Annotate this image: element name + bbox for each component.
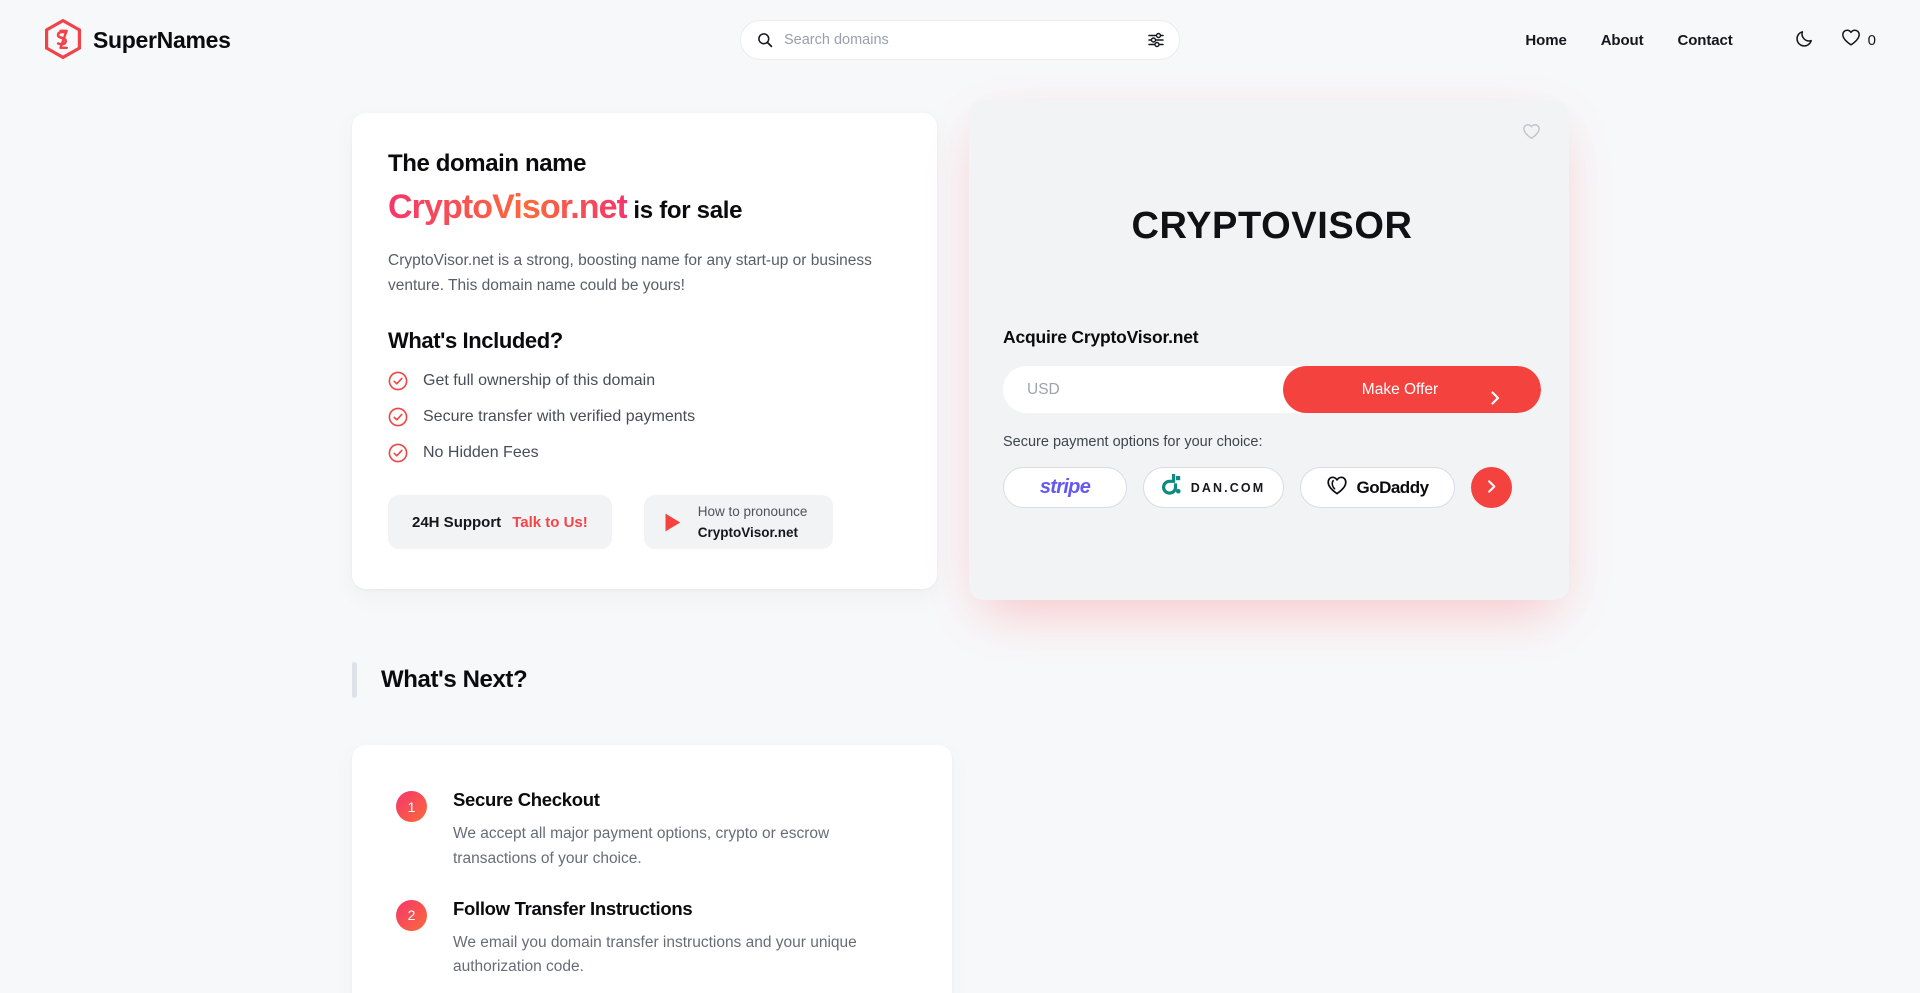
payment-options-next-button[interactable] — [1471, 467, 1512, 508]
step-title: Follow Transfer Instructions — [453, 897, 693, 919]
feature-label: Secure transfer with verified payments — [423, 408, 696, 426]
nav-link-home[interactable]: Home — [1525, 32, 1566, 49]
payment-badge-godaddy[interactable]: GoDaddy — [1300, 467, 1455, 508]
offer-card-container: CRYPTOVISOR Acquire CryptoVisor.net Make… — [969, 100, 1569, 612]
support-chip[interactable]: 24H Support Talk to Us! — [388, 495, 612, 550]
dan-com-logo-text: DAN.COM — [1190, 480, 1266, 495]
support-chip-label: 24H Support — [412, 513, 502, 531]
main-nav: Home About Contact 0 — [1525, 28, 1876, 53]
step-item: 2 Follow Transfer Instructions We email … — [396, 898, 904, 981]
step-body: Follow Transfer Instructions We email yo… — [453, 898, 883, 981]
godaddy-logo-icon — [1326, 475, 1348, 501]
site-header: SuperNames Ho — [0, 0, 1920, 80]
step-body: Secure Checkout We accept all major paym… — [453, 789, 883, 872]
section-accent-bar — [352, 662, 357, 698]
stripe-logo-text: stripe — [1039, 476, 1091, 498]
heart-outline-icon[interactable] — [1522, 122, 1541, 141]
feature-label: No Hidden Fees — [423, 444, 539, 462]
main-stage: The domain name CryptoVisor.net is for s… — [0, 80, 1920, 993]
hero-headline-tail: is for sale — [627, 197, 743, 224]
make-offer-label: Make Offer — [1361, 380, 1439, 398]
hero-eyebrow: The domain name — [388, 150, 587, 177]
step-number-badge: 2 — [396, 899, 427, 931]
moon-icon — [1795, 28, 1815, 53]
pronounce-line-2: CryptoVisor.net — [697, 525, 799, 541]
search-icon — [757, 32, 773, 48]
heart-icon — [1841, 28, 1861, 52]
favorites-button[interactable]: 0 — [1841, 28, 1876, 52]
nav-link-about[interactable]: About — [1601, 32, 1644, 49]
step-description: We accept all major payment options, cry… — [453, 825, 830, 867]
pronounce-chip[interactable]: How to pronounce CryptoVisor.net — [643, 495, 834, 550]
offer-amount-input[interactable] — [1003, 366, 1283, 413]
payment-options-row: stripe DAN.COM GoDaddy — [1003, 467, 1541, 508]
payment-badge-dan-com[interactable]: DAN.COM — [1143, 467, 1284, 508]
search-input[interactable] — [784, 32, 1136, 48]
step-description: We email you domain transfer instruction… — [453, 933, 857, 976]
offer-card-top — [1003, 122, 1541, 141]
pronounce-text: How to pronounce CryptoVisor.net — [698, 501, 808, 544]
whats-next-section: What's Next? 1 Secure Checkout We accept… — [0, 662, 1920, 993]
make-offer-button[interactable]: Make Offer — [1283, 366, 1541, 413]
payment-badge-stripe[interactable]: stripe — [1003, 467, 1127, 508]
header-icon-group: 0 — [1795, 28, 1876, 53]
brand-logo[interactable]: SuperNames — [44, 19, 231, 61]
offer-card: CRYPTOVISOR Acquire CryptoVisor.net Make… — [969, 100, 1569, 600]
hero-headline: CryptoVisor.net is for sale — [388, 187, 889, 227]
favorites-count: 0 — [1867, 31, 1876, 49]
included-title: What's Included? — [388, 328, 563, 354]
hero-domain-name: CryptoVisor.net — [388, 188, 628, 226]
theme-toggle-button[interactable] — [1795, 28, 1815, 53]
hero-row: The domain name CryptoVisor.net is for s… — [0, 80, 1920, 612]
secure-payments-label: Secure payment options for your choice: — [1003, 434, 1263, 450]
filter-sliders-icon[interactable] — [1147, 31, 1165, 49]
chevron-right-icon — [1484, 479, 1499, 497]
check-circle-icon — [388, 407, 408, 427]
feature-label: Get full ownership of this domain — [423, 372, 656, 390]
search-container — [740, 20, 1180, 60]
step-item: 1 Secure Checkout We accept all major pa… — [396, 789, 904, 872]
dan-com-logo-icon — [1161, 473, 1182, 501]
check-circle-icon — [388, 371, 408, 391]
search-box[interactable] — [740, 20, 1180, 60]
step-title: Secure Checkout — [453, 789, 600, 810]
check-circle-icon — [388, 443, 408, 463]
godaddy-logo-text: GoDaddy — [1356, 477, 1429, 497]
chip-row: 24H Support Talk to Us! How to pronounce… — [388, 495, 889, 550]
nav-link-contact[interactable]: Contact — [1678, 32, 1733, 49]
feature-item: Secure transfer with verified payments — [388, 407, 889, 427]
whats-next-header: What's Next? — [352, 662, 1920, 698]
supernames-hexagon-logo-icon — [44, 19, 82, 61]
domain-logo-zone: CRYPTOVISOR — [1003, 141, 1541, 311]
feature-item: Get full ownership of this domain — [388, 371, 889, 391]
offer-input-row: Make Offer — [1003, 366, 1541, 413]
hero-description: CryptoVisor.net is a strong, boosting na… — [388, 252, 872, 295]
acquire-title: Acquire CryptoVisor.net — [1003, 327, 1199, 347]
support-chip-cta[interactable]: Talk to Us! — [512, 514, 588, 531]
pronounce-line-1: How to pronounce — [697, 503, 808, 519]
play-icon[interactable] — [664, 512, 682, 533]
domain-wordmark: CRYPTOVISOR — [1131, 204, 1413, 247]
step-number-badge: 1 — [396, 791, 427, 822]
feature-item: No Hidden Fees — [388, 443, 889, 463]
domain-info-card: The domain name CryptoVisor.net is for s… — [352, 113, 937, 590]
feature-list: Get full ownership of this domain Secure… — [388, 371, 889, 463]
brand-name: SuperNames — [93, 26, 231, 53]
whats-next-title: What's Next? — [381, 666, 528, 693]
steps-card: 1 Secure Checkout We accept all major pa… — [352, 745, 952, 993]
